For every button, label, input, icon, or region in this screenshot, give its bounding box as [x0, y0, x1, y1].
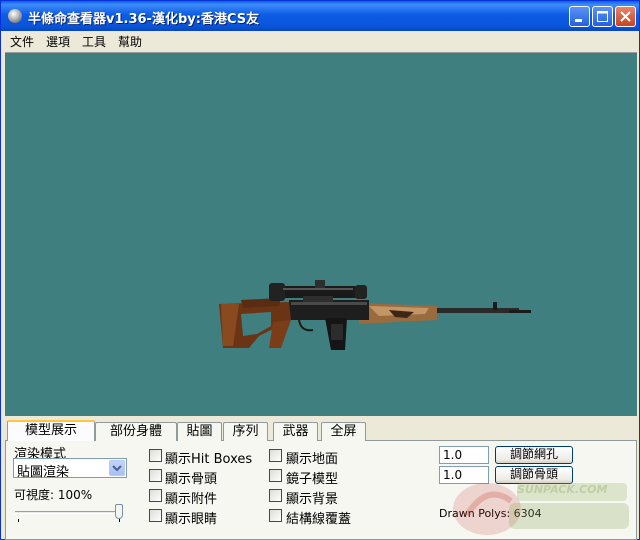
slider-tick — [119, 519, 120, 522]
minimize-button[interactable] — [569, 6, 590, 27]
mirror-model-checkbox[interactable] — [269, 469, 282, 482]
visibility-label: 可視度: 100% — [14, 488, 93, 502]
mirror-model-label: 鏡子模型 — [286, 472, 339, 487]
menu-bar: 文件 選項 工具 幫助 — [1, 31, 639, 51]
visibility-slider-thumb[interactable] — [115, 504, 123, 519]
tab-body-parts[interactable]: 部份身體 — [95, 422, 177, 441]
menu-file[interactable]: 文件 — [10, 33, 34, 50]
tab-sequences[interactable]: 序列 — [223, 422, 268, 441]
mesh-value-input[interactable]: 1.0 — [439, 446, 489, 464]
tab-model-display[interactable]: 模型展示 — [7, 420, 95, 441]
tab-weapons[interactable]: 武器 — [273, 422, 318, 441]
show-bones-label: 顯示骨頭 — [165, 472, 218, 487]
menu-options[interactable]: 選項 — [46, 33, 70, 50]
show-eyes-label: 顯示眼睛 — [165, 512, 218, 527]
bone-value-input[interactable]: 1.0 — [439, 466, 489, 484]
show-eyes-checkbox[interactable] — [149, 509, 162, 522]
slider-tick — [18, 519, 19, 522]
adjust-mesh-button[interactable]: 調節網孔 — [495, 446, 573, 464]
show-ground-checkbox[interactable] — [269, 449, 282, 462]
menu-help[interactable]: 幫助 — [118, 33, 142, 50]
tab-fullscreen[interactable]: 全屏 — [321, 422, 366, 441]
model-viewport[interactable] — [5, 52, 637, 416]
show-attachments-checkbox[interactable] — [149, 489, 162, 502]
close-button[interactable] — [615, 6, 636, 27]
render-mode-select[interactable]: 貼圖渲染 — [13, 458, 127, 480]
wireframe-overlay-checkbox[interactable] — [269, 509, 282, 522]
chevron-down-icon[interactable] — [109, 460, 125, 476]
wireframe-overlay-label: 結構線覆蓋 — [286, 512, 352, 527]
app-icon[interactable] — [8, 9, 22, 23]
show-background-label: 顯示背景 — [286, 492, 339, 507]
rifle-model — [219, 280, 531, 350]
drawn-polys-readout: Drawn Polys: 6304 — [439, 507, 542, 520]
watermark-text: SUNPACK.COM — [517, 483, 608, 496]
maximize-icon — [597, 11, 608, 22]
tab-textures[interactable]: 貼圖 — [177, 422, 222, 441]
show-hitboxes-checkbox[interactable] — [149, 449, 162, 462]
render-mode-value: 貼圖渲染 — [17, 465, 70, 480]
close-icon — [620, 11, 631, 22]
show-ground-label: 顯示地面 — [286, 452, 339, 467]
maximize-button[interactable] — [592, 6, 613, 27]
minimize-icon — [575, 19, 582, 22]
app-window: 半條命查看器v1.36-漢化by:香港CS友 文件 選項 工具 幫助 模型展示 … — [0, 0, 640, 540]
title-bar[interactable]: 半條命查看器v1.36-漢化by:香港CS友 — [1, 1, 639, 31]
adjust-bones-button[interactable]: 調節骨頭 — [495, 466, 573, 484]
show-background-checkbox[interactable] — [269, 489, 282, 502]
show-bones-checkbox[interactable] — [149, 469, 162, 482]
visibility-slider-track[interactable] — [15, 511, 123, 514]
show-hitboxes-label: 顯示Hit Boxes — [165, 452, 253, 467]
menu-tools[interactable]: 工具 — [82, 33, 106, 50]
window-title: 半條命查看器v1.36-漢化by:香港CS友 — [28, 12, 260, 27]
show-attachments-label: 顯示附件 — [165, 492, 218, 507]
